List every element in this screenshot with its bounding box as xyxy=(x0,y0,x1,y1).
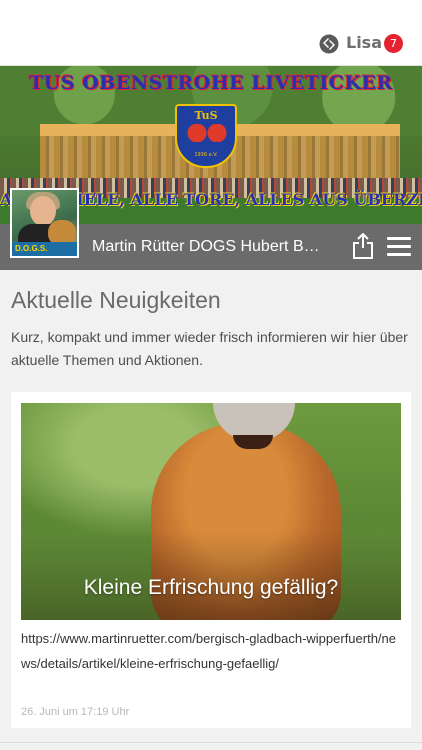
notification-badge[interactable]: 7 xyxy=(384,34,403,53)
puzzle-logo-icon[interactable] xyxy=(319,34,339,54)
club-crest: TuS 1936 e.V. xyxy=(175,104,237,168)
profile-avatar[interactable]: D.O.G.S. xyxy=(10,188,79,258)
crest-year: 1936 e.V. xyxy=(194,152,218,158)
news-link[interactable]: https://www.martinruetter.com/bergisch-g… xyxy=(21,626,403,676)
news-date: 26. Juni um 17:19 Uhr xyxy=(21,706,130,718)
section-intro: Kurz, kompakt und immer wieder frisch in… xyxy=(11,329,408,368)
menu-bar xyxy=(387,245,411,248)
share-icon[interactable] xyxy=(352,233,374,259)
section-title: Aktuelle Neuigkeiten xyxy=(11,287,221,313)
news-card[interactable]: Kleine Erfrischung gefällig? https://www… xyxy=(11,392,411,728)
news-caption: Kleine Erfrischung gefällig? xyxy=(83,576,339,599)
menu-bar xyxy=(387,237,411,240)
page-name: Martin Rütter DOGS Hubert B… xyxy=(92,238,320,255)
user-name[interactable]: Lisa xyxy=(346,33,382,52)
crest-emblem-icon xyxy=(187,124,227,142)
menu-bar xyxy=(387,253,411,256)
dogs-logo: D.O.G.S. xyxy=(12,242,77,256)
top-bar: Lisa 7 xyxy=(0,0,422,66)
banner-title: TUS OBENSTROHE LIVETICKER xyxy=(29,72,393,94)
image-shade xyxy=(21,530,401,620)
divider xyxy=(0,742,422,743)
crest-text: TuS xyxy=(194,109,218,122)
news-image[interactable]: Kleine Erfrischung gefällig? xyxy=(21,403,401,620)
menu-icon[interactable] xyxy=(387,237,411,257)
